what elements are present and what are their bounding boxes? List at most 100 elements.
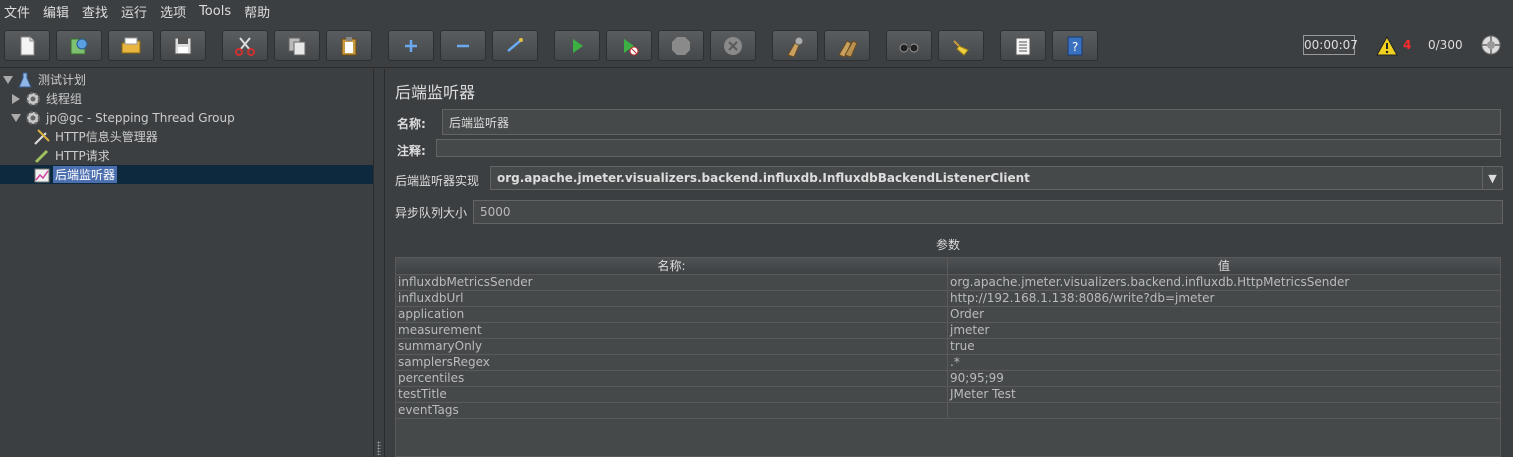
open-button[interactable] (108, 30, 154, 61)
start-no-pause-button[interactable] (606, 30, 652, 61)
param-value-cell[interactable]: true (948, 339, 1500, 355)
remote-engine-icon[interactable] (1480, 34, 1502, 56)
menu-tools[interactable]: Tools (199, 4, 231, 19)
expanded-arrow-icon[interactable] (3, 75, 13, 85)
table-row[interactable]: percentiles 90;95;99 (396, 371, 1500, 387)
new-icon (20, 36, 35, 55)
stop-icon (672, 36, 690, 55)
play-icon (573, 38, 583, 53)
param-name-cell[interactable]: application (396, 307, 948, 323)
toggle-icon (507, 37, 523, 52)
dropdown-arrow-icon[interactable]: ▼ (1482, 167, 1502, 189)
wrench-icon (34, 128, 50, 145)
param-name-cell[interactable]: eventTags (396, 403, 948, 419)
expand-all-button[interactable] (388, 30, 434, 61)
param-name-cell[interactable]: summaryOnly (396, 339, 948, 355)
param-name-cell[interactable]: influxdbMetricsSender (396, 275, 948, 291)
tree-label: 线程组 (46, 92, 83, 106)
plus-icon (405, 39, 417, 52)
shutdown-button[interactable] (710, 30, 756, 61)
menu-run[interactable]: 运行 (121, 2, 147, 21)
warning-icon[interactable] (1376, 36, 1398, 56)
tree-item-stepping-thread-group[interactable]: jp@gc - Stepping Thread Group (11, 108, 237, 127)
tree-item-http-request[interactable]: HTTP请求 (33, 146, 112, 165)
open-icon (121, 37, 141, 53)
tree-label: jp@gc - Stepping Thread Group (46, 110, 235, 125)
divider-grip[interactable] (377, 441, 381, 455)
queue-size-field[interactable]: 5000 (473, 200, 1503, 224)
stop-button[interactable] (658, 30, 704, 61)
tree-label: 后端监听器 (53, 166, 118, 183)
param-value-cell[interactable]: JMeter Test (948, 387, 1500, 403)
search-button[interactable] (886, 30, 932, 61)
column-header-value[interactable]: 值 (948, 258, 1500, 275)
param-value-cell[interactable] (948, 403, 1500, 419)
menu-edit[interactable]: 编辑 (43, 2, 69, 21)
menu-search[interactable]: 查找 (82, 2, 108, 21)
param-value-cell[interactable]: .* (948, 355, 1500, 371)
param-name-cell[interactable]: percentiles (396, 371, 948, 387)
table-row[interactable]: testTitle JMeter Test (396, 387, 1500, 403)
list-icon (1015, 37, 1031, 55)
param-name-cell[interactable]: influxdbUrl (396, 291, 948, 307)
templates-button[interactable] (56, 30, 102, 61)
table-row[interactable]: application Order (396, 307, 1500, 323)
table-row[interactable]: eventTags (396, 403, 1500, 419)
copy-button[interactable] (274, 30, 320, 61)
test-plan-tree: 测试计划 线程组 jp@gc - Stepping Thread Group H… (0, 69, 373, 457)
broom-icon (953, 39, 969, 56)
reset-search-button[interactable] (938, 30, 984, 61)
table-row[interactable]: influxdbUrl http://192.168.1.138:8086/wr… (396, 291, 1500, 307)
param-name-cell[interactable]: testTitle (396, 387, 948, 403)
name-field[interactable]: 后端监听器 (442, 109, 1501, 135)
tree-item-test-plan[interactable]: 测试计划 (3, 70, 88, 89)
save-icon (174, 37, 192, 54)
cut-icon (235, 36, 255, 56)
tree-item-thread-group[interactable]: 线程组 (11, 89, 84, 108)
copy-icon (288, 37, 306, 55)
comment-field[interactable] (436, 139, 1501, 157)
paste-icon (341, 36, 357, 55)
cut-button[interactable] (222, 30, 268, 61)
column-header-name[interactable]: 名称: (396, 258, 948, 275)
impl-selected-value: org.apache.jmeter.visualizers.backend.in… (497, 171, 1030, 185)
menu-file[interactable]: 文件 (4, 2, 30, 21)
start-button[interactable] (554, 30, 600, 61)
tree-item-backend-listener[interactable]: 后端监听器 (33, 165, 118, 184)
param-value-cell[interactable]: 90;95;99 (948, 371, 1500, 387)
help-button[interactable]: ? (1052, 30, 1098, 61)
menu-options[interactable]: 选项 (160, 2, 186, 21)
param-name-cell[interactable]: samplersRegex (396, 355, 948, 371)
comment-label: 注释: (397, 144, 426, 158)
impl-select[interactable]: org.apache.jmeter.visualizers.backend.in… (490, 166, 1503, 190)
clear-all-button[interactable] (824, 30, 870, 61)
table-row[interactable]: influxdbMetricsSender org.apache.jmeter.… (396, 275, 1500, 291)
save-button[interactable] (160, 30, 206, 61)
param-value-cell[interactable]: org.apache.jmeter.visualizers.backend.in… (948, 275, 1500, 291)
collapse-all-button[interactable] (440, 30, 486, 61)
backend-listener-panel: 后端监听器 名称: 后端监听器 注释: 后端监听器实现 org.apache.j… (386, 69, 1513, 457)
params-table: 名称: 值 influxdbMetricsSender org.apache.j… (395, 257, 1501, 457)
param-name-cell[interactable]: measurement (396, 323, 948, 339)
paste-button[interactable] (326, 30, 372, 61)
tree-item-header-manager[interactable]: HTTP信息头管理器 (33, 127, 160, 146)
split-pane-divider[interactable] (373, 69, 385, 457)
param-value-cell[interactable]: jmeter (948, 323, 1500, 339)
function-helper-button[interactable] (1000, 30, 1046, 61)
table-row[interactable]: summaryOnly true (396, 339, 1500, 355)
impl-label: 后端监听器实现 (395, 174, 480, 188)
panel-title: 后端监听器 (395, 83, 476, 102)
new-button[interactable] (4, 30, 50, 61)
binoculars-icon (899, 43, 919, 52)
test-plan-icon (18, 72, 32, 87)
param-value-cell[interactable]: http://192.168.1.138:8086/write?db=jmete… (948, 291, 1500, 307)
table-row[interactable]: samplersRegex .* (396, 355, 1500, 371)
clear-button[interactable] (772, 30, 818, 61)
param-value-cell[interactable]: Order (948, 307, 1500, 323)
toggle-button[interactable] (492, 30, 538, 61)
collapsed-arrow-icon[interactable] (11, 93, 21, 104)
menu-help[interactable]: 帮助 (244, 2, 270, 21)
expanded-arrow-icon[interactable] (11, 113, 21, 123)
active-threads: 0/300 (1428, 38, 1463, 52)
table-row[interactable]: measurement jmeter (396, 323, 1500, 339)
